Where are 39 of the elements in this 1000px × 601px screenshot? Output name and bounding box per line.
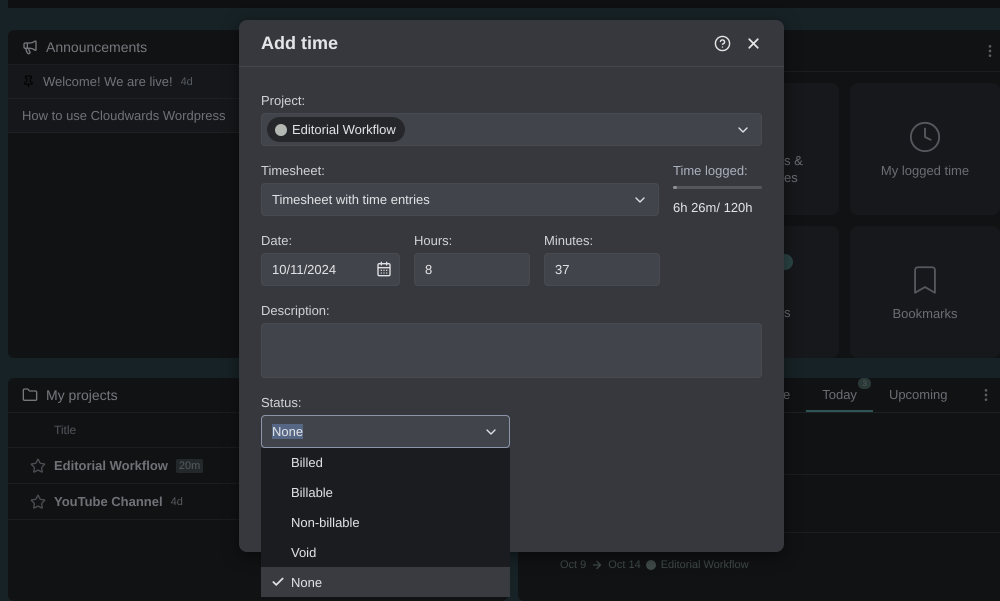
help-button[interactable] (714, 34, 731, 52)
status-select[interactable]: None (261, 415, 510, 448)
project-tag: Editorial Workflow (267, 117, 405, 142)
column-header: Title (54, 423, 76, 437)
folder-icon (22, 387, 38, 403)
project-title[interactable]: Editorial Workflow (54, 458, 168, 473)
age-label: 4d (180, 76, 193, 88)
megaphone-icon (22, 39, 38, 55)
field-label: Hours: (414, 233, 454, 248)
age-label: 4d (170, 496, 183, 508)
field-label: Date: (261, 233, 294, 248)
tab[interactable]: Upcoming (872, 378, 964, 412)
star-icon[interactable] (30, 458, 46, 474)
menu-option[interactable]: None (261, 567, 510, 597)
field-label: Timesheet: (261, 163, 326, 178)
field-label: Time logged: (673, 163, 749, 178)
dialog-title: Add time (261, 32, 340, 54)
clock-icon (908, 120, 942, 154)
project-select[interactable]: Editorial Workflow (261, 113, 762, 146)
menu-option[interactable]: Void (261, 537, 510, 568)
panel-title: My projects (46, 387, 118, 403)
date-field[interactable]: 10/11/2024 (261, 253, 400, 286)
field-label: Minutes: (544, 233, 594, 248)
project-dot (646, 560, 656, 570)
field-label: Description: (261, 303, 331, 318)
project-title[interactable]: YouTube Channel (54, 494, 163, 509)
hours-field[interactable]: 8 (414, 253, 530, 286)
menu-option[interactable]: Non-billable (261, 508, 510, 538)
field-label: Project: (261, 93, 306, 108)
minutes-field[interactable]: 37 (544, 253, 660, 286)
field-label: Status: (261, 395, 302, 410)
timesheet-select[interactable]: Timesheet with time entries (261, 183, 659, 216)
calendar-icon[interactable] (376, 261, 392, 277)
time-reading: 6h 26m/ 120h (673, 200, 754, 215)
arrow-icon (591, 559, 604, 571)
star-icon[interactable] (30, 494, 46, 510)
menu-option[interactable]: Billed (261, 448, 510, 478)
menu-option[interactable]: Billable (261, 478, 510, 508)
panel-title: Announcements (46, 39, 148, 55)
